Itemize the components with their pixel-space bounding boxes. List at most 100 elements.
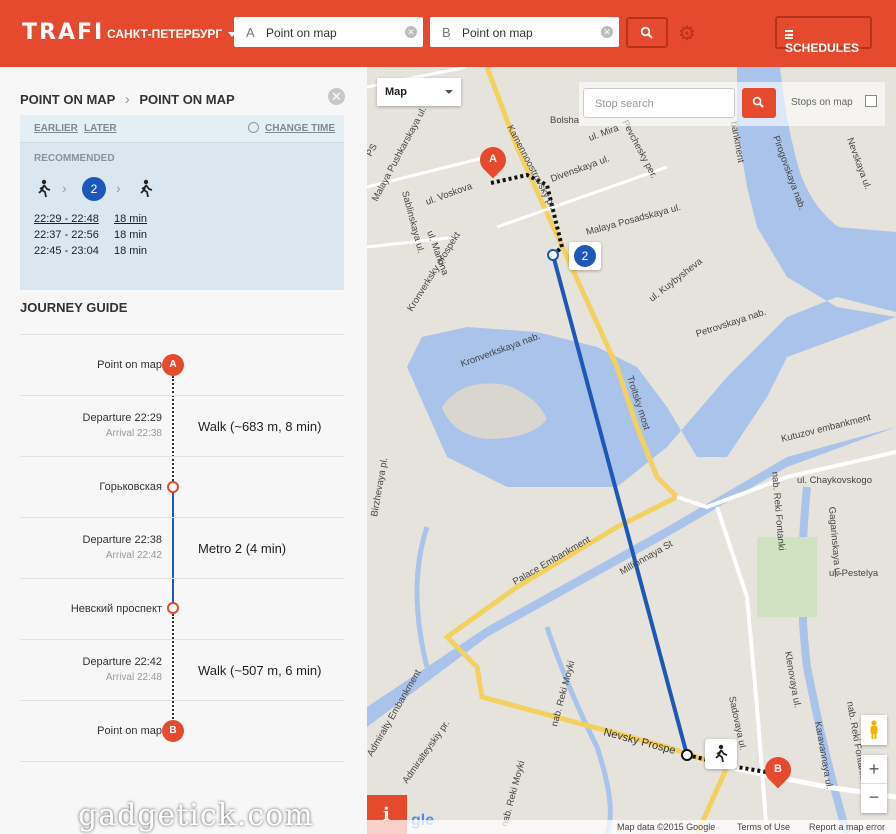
- station-icon: [167, 602, 179, 614]
- street-label: Karavannaya ul.: [812, 721, 835, 791]
- gear-icon[interactable]: ⚙: [678, 24, 696, 44]
- later-link[interactable]: LATER: [84, 123, 117, 134]
- route-summary-icons: › 2 ›: [34, 177, 174, 201]
- duration: 18 min: [114, 229, 148, 241]
- from-marker-label: A: [246, 25, 255, 40]
- city-selector[interactable]: САНКТ-ПЕТЕРБУРГ: [107, 27, 237, 41]
- marker-a-label: A: [489, 153, 497, 165]
- route-title: POINT ON MAP › POINT ON MAP: [20, 91, 235, 108]
- metro-badge-map[interactable]: 2: [569, 242, 601, 270]
- time-range: 22:29 - 22:48: [34, 213, 99, 225]
- map-type-select[interactable]: Map: [377, 78, 461, 106]
- route-search-button[interactable]: [626, 17, 668, 48]
- end-stop-name: Point on map: [97, 725, 162, 737]
- walk-icon: [715, 744, 728, 763]
- city-label: САНКТ-ПЕТЕРБУРГ: [107, 27, 223, 41]
- journey-row-stop-1: [20, 456, 344, 518]
- street-label: Klenovaya ul.: [782, 651, 803, 709]
- street-label: Birzhevaya pl.: [369, 457, 390, 518]
- map-data-credit: Map data ©2015 Google: [617, 822, 716, 832]
- time-option[interactable]: 22:37 - 22:56 18 min: [34, 227, 147, 243]
- time-options-list: 22:29 - 22:48 18 min 22:37 - 22:56 18 min …: [34, 211, 147, 259]
- segment-label: Walk (~507 m, 6 min): [198, 663, 322, 678]
- walk-icon: [38, 179, 51, 198]
- departure-time: Departure 22:42: [82, 656, 163, 668]
- chevron-right-icon: ›: [62, 180, 67, 196]
- to-marker-label: B: [442, 25, 451, 40]
- walk-badge-map[interactable]: [705, 739, 737, 769]
- search-icon: [640, 26, 653, 39]
- street-label: Nevsky Prospe: [602, 726, 677, 757]
- street-label: Nevskaya ul.: [844, 136, 873, 191]
- schedules-button[interactable]: SCHEDULES: [775, 16, 872, 55]
- duration: 18 min: [114, 245, 148, 257]
- schedules-label: SCHEDULES: [785, 41, 860, 55]
- to-value: Point on map: [462, 26, 533, 40]
- stops-on-map-checkbox[interactable]: [865, 95, 877, 107]
- chevron-right-icon: ›: [116, 180, 121, 196]
- clear-to-icon[interactable]: ✕: [601, 26, 613, 38]
- pegman-figure: [870, 720, 878, 739]
- start-stop-name: Point on map: [97, 359, 162, 371]
- trafi-logo[interactable]: TRAFI: [22, 20, 104, 45]
- marker-a-icon: A: [162, 354, 184, 376]
- street-label: ul. Kuybysheva: [647, 256, 705, 305]
- stop-search-placeholder: Stop search: [595, 98, 654, 110]
- stop-search-input[interactable]: Stop search: [583, 88, 735, 118]
- street-label: ul. Voskova: [424, 181, 474, 208]
- journey-row-stop-2: [20, 578, 344, 640]
- menu-icon: [785, 30, 793, 39]
- pegman-icon[interactable]: [861, 715, 887, 745]
- arrival-time: Arrival 22:38: [105, 428, 162, 439]
- marker-b-icon: B: [162, 720, 184, 742]
- segment-label: Metro 2 (4 min): [198, 541, 286, 556]
- route-to: POINT ON MAP: [139, 92, 235, 107]
- from-field[interactable]: A Point on map ✕: [234, 17, 423, 47]
- metro-line-name: Metro 2: [198, 541, 243, 556]
- map-canvas[interactable]: Kamennoostrovsky pr. Bolsha ul. Mira Div…: [367, 67, 896, 834]
- close-icon[interactable]: ✕: [328, 88, 345, 105]
- station-icon: [167, 481, 179, 493]
- terms-link[interactable]: Terms of Use: [737, 822, 790, 832]
- map-type-value: Map: [385, 86, 407, 98]
- journey-row-metro: [20, 517, 344, 579]
- journey-guide-title: JOURNEY GUIDE: [20, 300, 128, 315]
- marker-b-label: B: [774, 763, 782, 775]
- canal: [414, 526, 430, 668]
- street-label: Divenskaya ul.: [549, 153, 611, 184]
- street-label: Petrovskaya nab.: [695, 307, 768, 340]
- street-label: Kamennoostrovsky pr.: [504, 123, 558, 211]
- time-option[interactable]: 22:29 - 22:48 18 min: [34, 211, 147, 227]
- street-label: Malaya Pushkarskaya ul.: [370, 105, 429, 203]
- station-start-icon: [547, 249, 559, 261]
- arrival-time: Arrival 22:42: [105, 550, 162, 561]
- zoom-out-button[interactable]: −: [861, 784, 887, 813]
- street-label: Pevchesky per.: [619, 118, 659, 180]
- to-field[interactable]: B Point on map ✕: [430, 17, 619, 47]
- chevron-down-icon: [445, 90, 453, 94]
- clear-from-icon[interactable]: ✕: [405, 26, 417, 38]
- clock-icon: [248, 122, 259, 133]
- sidebar: POINT ON MAP › POINT ON MAP ✕ EARLIER LA…: [0, 67, 367, 834]
- recommended-label: RECOMMENDED: [34, 153, 115, 164]
- metro-duration: (4 min): [242, 541, 287, 556]
- stop-search-button[interactable]: [742, 88, 776, 118]
- earlier-link[interactable]: EARLIER: [34, 123, 78, 134]
- top-bar: TRAFI САНКТ-ПЕТЕРБУРГ A Point on map ✕ B…: [0, 0, 896, 67]
- arrival-time: Arrival 22:48: [105, 672, 162, 683]
- street-label: PS: [367, 142, 380, 158]
- map-view[interactable]: Kamennoostrovsky pr. Bolsha ul. Mira Div…: [367, 67, 896, 834]
- segment-label: Walk (~683 m, 8 min): [198, 419, 322, 434]
- zoom-in-button[interactable]: +: [861, 755, 887, 784]
- change-time-link[interactable]: CHANGE TIME: [265, 123, 335, 134]
- time-options-panel: EARLIER LATER CHANGE TIME RECOMMENDED › …: [20, 115, 344, 290]
- report-error-link[interactable]: Report a map error: [809, 822, 885, 832]
- from-value: Point on map: [266, 26, 337, 40]
- time-range: 22:37 - 22:56: [34, 229, 99, 241]
- route-separator: ›: [124, 91, 130, 108]
- street-label: Bolsha: [550, 115, 580, 126]
- street-label: Sablinskaya ul.: [399, 190, 426, 255]
- time-option[interactable]: 22:45 - 23:04 18 min: [34, 243, 147, 259]
- zoom-control: + −: [861, 755, 887, 813]
- route-from: POINT ON MAP: [20, 92, 116, 107]
